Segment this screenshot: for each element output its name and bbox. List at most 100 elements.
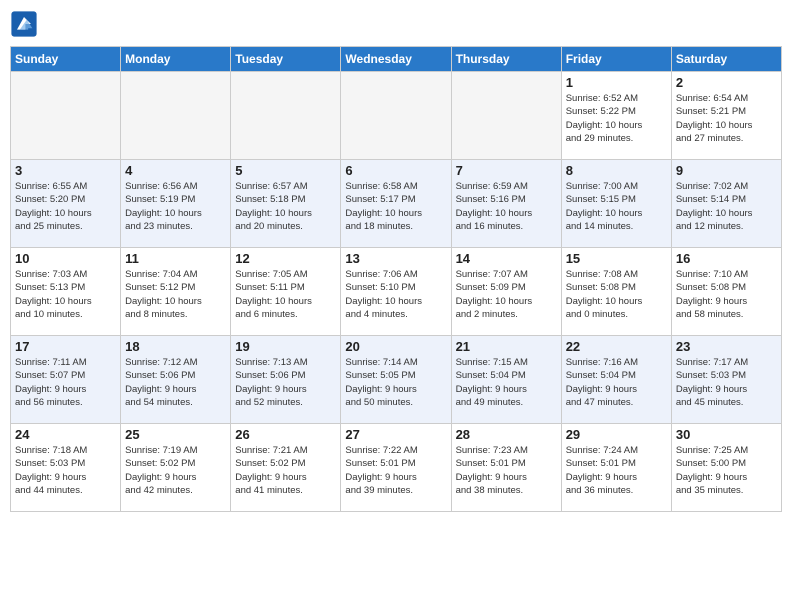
day-number: 6 [345, 163, 446, 178]
day-info: Sunrise: 7:06 AM Sunset: 5:10 PM Dayligh… [345, 268, 446, 321]
calendar-cell: 17Sunrise: 7:11 AM Sunset: 5:07 PM Dayli… [11, 336, 121, 424]
day-info: Sunrise: 7:04 AM Sunset: 5:12 PM Dayligh… [125, 268, 226, 321]
day-info: Sunrise: 6:55 AM Sunset: 5:20 PM Dayligh… [15, 180, 116, 233]
day-number: 9 [676, 163, 777, 178]
calendar-cell: 14 Sunrise: 7:07 AM Sunset: 5:09 PM Dayli… [451, 248, 561, 336]
logo-icon [10, 10, 38, 38]
day-header-sunday: Sunday [11, 47, 121, 72]
day-header-wednesday: Wednesday [341, 47, 451, 72]
day-number: 15 [566, 251, 667, 266]
day-header-friday: Friday [561, 47, 671, 72]
day-number: 18 [125, 339, 226, 354]
calendar-table: SundayMondayTuesdayWednesdayThursdayFrid… [10, 46, 782, 512]
day-number: 10 [15, 251, 116, 266]
day-number: 7 [456, 163, 557, 178]
day-info: Sunrise: 7:13 AM Sunset: 5:06 PM Dayligh… [235, 356, 336, 409]
calendar-cell: 8 Sunrise: 7:00 AM Sunset: 5:15 PM Daylig… [561, 160, 671, 248]
day-number: 25 [125, 427, 226, 442]
calendar-cell: 4 Sunrise: 6:56 AM Sunset: 5:19 PM Daylig… [121, 160, 231, 248]
day-number: 8 [566, 163, 667, 178]
day-info: Sunrise: 7:21 AM Sunset: 5:02 PM Dayligh… [235, 444, 336, 497]
day-info: Sunrise: 7:05 AM Sunset: 5:11 PM Dayligh… [235, 268, 336, 321]
calendar-cell [231, 72, 341, 160]
day-header-thursday: Thursday [451, 47, 561, 72]
calendar-cell: 20 Sunrise: 7:14 AM Sunset: 5:05 PM Dayli… [341, 336, 451, 424]
calendar-cell: 28Sunrise: 7:23 AM Sunset: 5:01 PM Dayli… [451, 424, 561, 512]
calendar-header-row: SundayMondayTuesdayWednesdayThursdayFrid… [11, 47, 782, 72]
day-number: 23 [676, 339, 777, 354]
calendar-cell: 23 Sunrise: 7:17 AM Sunset: 5:03 PM Dayli… [671, 336, 781, 424]
calendar-cell: 3 Sunrise: 6:55 AM Sunset: 5:20 PM Daylig… [11, 160, 121, 248]
day-number: 22 [566, 339, 667, 354]
day-info: Sunrise: 7:02 AM Sunset: 5:14 PM Dayligh… [676, 180, 777, 233]
day-info: Sunrise: 7:19 AM Sunset: 5:02 PM Dayligh… [125, 444, 226, 497]
day-number: 29 [566, 427, 667, 442]
day-info: Sunrise: 7:12 AM Sunset: 5:06 PM Dayligh… [125, 356, 226, 409]
day-header-saturday: Saturday [671, 47, 781, 72]
day-number: 30 [676, 427, 777, 442]
day-info: Sunrise: 7:17 AM Sunset: 5:03 PM Dayligh… [676, 356, 777, 409]
day-info: Sunrise: 6:54 AM Sunset: 5:21 PM Dayligh… [676, 92, 777, 145]
day-info: Sunrise: 7:00 AM Sunset: 5:15 PM Dayligh… [566, 180, 667, 233]
calendar-cell: 5 Sunrise: 6:57 AM Sunset: 5:18 PM Daylig… [231, 160, 341, 248]
calendar-cell [11, 72, 121, 160]
day-number: 4 [125, 163, 226, 178]
calendar-cell: 19 Sunrise: 7:13 AM Sunset: 5:06 PM Dayli… [231, 336, 341, 424]
day-number: 1 [566, 75, 667, 90]
day-info: Sunrise: 7:16 AM Sunset: 5:04 PM Dayligh… [566, 356, 667, 409]
calendar-cell [121, 72, 231, 160]
day-info: Sunrise: 6:56 AM Sunset: 5:19 PM Dayligh… [125, 180, 226, 233]
day-info: Sunrise: 7:22 AM Sunset: 5:01 PM Dayligh… [345, 444, 446, 497]
calendar-cell: 2Sunrise: 6:54 AM Sunset: 5:21 PM Daylig… [671, 72, 781, 160]
calendar-cell: 16 Sunrise: 7:10 AM Sunset: 5:08 PM Dayli… [671, 248, 781, 336]
calendar-cell: 25 Sunrise: 7:19 AM Sunset: 5:02 PM Dayli… [121, 424, 231, 512]
logo [10, 10, 42, 38]
day-number: 21 [456, 339, 557, 354]
day-header-tuesday: Tuesday [231, 47, 341, 72]
calendar-cell: 21 Sunrise: 7:15 AM Sunset: 5:04 PM Dayli… [451, 336, 561, 424]
calendar-week-row: 24Sunrise: 7:18 AM Sunset: 5:03 PM Dayli… [11, 424, 782, 512]
calendar-cell [451, 72, 561, 160]
day-info: Sunrise: 7:08 AM Sunset: 5:08 PM Dayligh… [566, 268, 667, 321]
day-info: Sunrise: 7:10 AM Sunset: 5:08 PM Dayligh… [676, 268, 777, 321]
day-info: Sunrise: 7:15 AM Sunset: 5:04 PM Dayligh… [456, 356, 557, 409]
day-number: 19 [235, 339, 336, 354]
calendar-cell: 22 Sunrise: 7:16 AM Sunset: 5:04 PM Dayli… [561, 336, 671, 424]
day-number: 27 [345, 427, 446, 442]
day-info: Sunrise: 7:25 AM Sunset: 5:00 PM Dayligh… [676, 444, 777, 497]
day-info: Sunrise: 7:03 AM Sunset: 5:13 PM Dayligh… [15, 268, 116, 321]
day-number: 11 [125, 251, 226, 266]
day-number: 14 [456, 251, 557, 266]
calendar-cell: 11 Sunrise: 7:04 AM Sunset: 5:12 PM Dayli… [121, 248, 231, 336]
day-info: Sunrise: 7:24 AM Sunset: 5:01 PM Dayligh… [566, 444, 667, 497]
day-info: Sunrise: 6:52 AM Sunset: 5:22 PM Dayligh… [566, 92, 667, 145]
calendar-week-row: 1 Sunrise: 6:52 AM Sunset: 5:22 PM Daylig… [11, 72, 782, 160]
calendar-week-row: 3 Sunrise: 6:55 AM Sunset: 5:20 PM Daylig… [11, 160, 782, 248]
calendar-week-row: 17Sunrise: 7:11 AM Sunset: 5:07 PM Dayli… [11, 336, 782, 424]
calendar-cell: 27 Sunrise: 7:22 AM Sunset: 5:01 PM Dayli… [341, 424, 451, 512]
calendar-week-row: 10 Sunrise: 7:03 AM Sunset: 5:13 PM Dayli… [11, 248, 782, 336]
day-number: 5 [235, 163, 336, 178]
day-header-monday: Monday [121, 47, 231, 72]
day-info: Sunrise: 6:57 AM Sunset: 5:18 PM Dayligh… [235, 180, 336, 233]
calendar-cell: 26 Sunrise: 7:21 AM Sunset: 5:02 PM Dayli… [231, 424, 341, 512]
day-number: 17 [15, 339, 116, 354]
day-info: Sunrise: 7:07 AM Sunset: 5:09 PM Dayligh… [456, 268, 557, 321]
day-number: 20 [345, 339, 446, 354]
day-number: 26 [235, 427, 336, 442]
day-number: 3 [15, 163, 116, 178]
day-info: Sunrise: 7:14 AM Sunset: 5:05 PM Dayligh… [345, 356, 446, 409]
day-number: 28 [456, 427, 557, 442]
calendar-cell: 30 Sunrise: 7:25 AM Sunset: 5:00 PM Dayli… [671, 424, 781, 512]
calendar-cell: 6 Sunrise: 6:58 AM Sunset: 5:17 PM Daylig… [341, 160, 451, 248]
page-header [10, 10, 782, 38]
calendar-cell: 10 Sunrise: 7:03 AM Sunset: 5:13 PM Dayli… [11, 248, 121, 336]
calendar-cell: 18 Sunrise: 7:12 AM Sunset: 5:06 PM Dayli… [121, 336, 231, 424]
day-info: Sunrise: 7:18 AM Sunset: 5:03 PM Dayligh… [15, 444, 116, 497]
calendar-cell: 12Sunrise: 7:05 AM Sunset: 5:11 PM Dayli… [231, 248, 341, 336]
day-info: Sunrise: 6:59 AM Sunset: 5:16 PM Dayligh… [456, 180, 557, 233]
calendar-cell: 29 Sunrise: 7:24 AM Sunset: 5:01 PM Dayli… [561, 424, 671, 512]
calendar-cell: 13Sunrise: 7:06 AM Sunset: 5:10 PM Dayli… [341, 248, 451, 336]
day-number: 16 [676, 251, 777, 266]
day-info: Sunrise: 6:58 AM Sunset: 5:17 PM Dayligh… [345, 180, 446, 233]
